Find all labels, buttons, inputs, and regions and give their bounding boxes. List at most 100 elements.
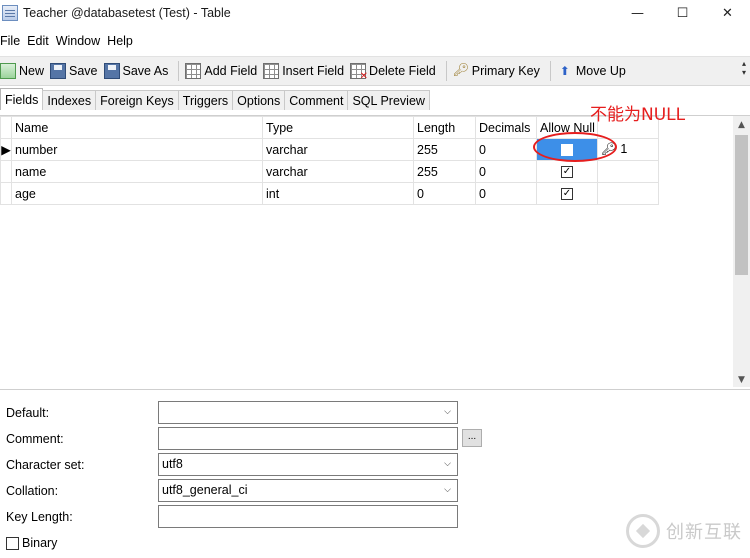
column-header-decimals[interactable]: Decimals <box>475 116 537 139</box>
key-icon: 🔑︎ <box>452 63 470 78</box>
default-label: Default: <box>6 406 50 420</box>
title-bar: Teacher @databasetest (Test) - Table — ☐… <box>0 0 750 26</box>
field-type-cell[interactable]: int <box>262 182 414 205</box>
move-up-button[interactable]: ⬆ Move Up <box>557 59 630 83</box>
collation-label: Collation: <box>6 484 59 498</box>
row-indicator <box>0 160 12 183</box>
arrow-up-icon: ⬆ <box>559 64 570 78</box>
primary-key-label: Primary Key <box>471 64 540 78</box>
allow-null-cell[interactable]: ✓ <box>536 160 598 183</box>
field-length-cell[interactable]: 255 <box>413 138 476 161</box>
binary-checkbox[interactable] <box>6 537 19 550</box>
column-header-name[interactable]: Name <box>11 116 263 139</box>
row-indicator <box>0 182 12 205</box>
toolbar-separator <box>178 61 180 81</box>
default-select[interactable]: ⌵ <box>158 401 458 424</box>
primary-key-button[interactable]: 🔑︎ Primary Key <box>453 59 544 83</box>
chevron-down-icon[interactable]: ⌵ <box>444 402 451 423</box>
current-row-indicator-icon: ▶ <box>0 138 12 161</box>
save-as-button[interactable]: Save As <box>103 59 173 83</box>
allow-null-checkbox[interactable]: ✓ <box>561 166 573 179</box>
field-decimals-cell[interactable]: 0 <box>475 138 537 161</box>
close-button[interactable]: ✕ <box>705 0 750 26</box>
scroll-up-icon[interactable]: ▲ <box>733 116 750 133</box>
primary-key-order: 1 <box>620 142 628 156</box>
character-set-select[interactable]: utf8 ⌵ <box>158 453 458 476</box>
scroll-down-icon[interactable]: ▼ <box>733 371 750 387</box>
save-button[interactable]: Save <box>50 59 102 83</box>
column-header-type[interactable]: Type <box>262 116 414 139</box>
window-controls: — ☐ ✕ <box>615 0 750 26</box>
table-row[interactable]: name varchar 255 0 ✓ <box>0 160 659 183</box>
save-icon <box>50 63 67 79</box>
tab-sql-preview[interactable]: SQL Preview <box>347 90 430 110</box>
insert-field-icon <box>263 63 280 79</box>
menu-edit[interactable]: Edit <box>27 34 54 48</box>
add-field-label: Add Field <box>204 64 258 78</box>
field-name-cell[interactable]: name <box>11 160 263 183</box>
comment-edit-button[interactable]: ... <box>462 429 482 447</box>
character-set-value: utf8 <box>162 457 183 471</box>
tab-options[interactable]: Options <box>232 90 286 110</box>
chevron-down-icon[interactable]: ⌵ <box>444 454 451 475</box>
key-length-input[interactable] <box>158 505 458 528</box>
save-label: Save <box>69 64 98 78</box>
toolbar-separator <box>549 61 551 81</box>
new-button[interactable]: New <box>0 59 48 83</box>
menu-bar: File Edit Window Help <box>0 30 140 52</box>
allow-null-cell[interactable]: ✓ <box>536 182 598 205</box>
insert-field-label: Insert Field <box>282 64 345 78</box>
field-type-cell[interactable]: varchar <box>262 160 414 183</box>
tab-indexes[interactable]: Indexes <box>42 90 97 110</box>
comment-input[interactable] <box>158 427 458 450</box>
character-set-label: Character set: <box>6 458 85 472</box>
vertical-scrollbar[interactable]: ▲ ▼ <box>733 116 750 387</box>
save-as-label: Save As <box>122 64 169 78</box>
maximize-button[interactable]: ☐ <box>660 0 705 26</box>
toolbar-overflow-icon[interactable]: ▴ ▾ <box>742 59 746 77</box>
field-length-cell[interactable]: 0 <box>413 182 476 205</box>
toolbar: New Save Save As Add Field Insert Field … <box>0 56 750 86</box>
field-length-cell[interactable]: 255 <box>413 160 476 183</box>
save-as-icon <box>103 63 120 79</box>
field-name-cell[interactable]: age <box>11 182 263 205</box>
field-properties-panel: Default: ⌵ Comment: ... Character set: u… <box>0 389 750 558</box>
allow-null-checkbox[interactable]: ✓ <box>561 188 573 201</box>
window-title: Teacher @databasetest (Test) - Table <box>23 6 231 20</box>
menu-window[interactable]: Window <box>56 34 105 48</box>
scrollbar-thumb[interactable] <box>735 135 748 275</box>
delete-field-label: Delete Field <box>369 64 436 78</box>
tab-foreign-keys[interactable]: Foreign Keys <box>95 90 179 110</box>
watermark-text: 创新互联 <box>666 522 742 543</box>
field-decimals-cell[interactable]: 0 <box>475 160 537 183</box>
new-table-icon <box>0 63 16 79</box>
primary-key-cell <box>597 182 659 205</box>
table-row[interactable]: age int 0 0 ✓ <box>0 182 659 205</box>
table-app-icon <box>2 5 18 21</box>
column-header-length[interactable]: Length <box>413 116 476 139</box>
primary-key-cell <box>597 160 659 183</box>
move-up-label: Move Up <box>575 64 626 78</box>
row-indicator-header <box>0 116 12 139</box>
tab-fields[interactable]: Fields <box>0 88 44 110</box>
delete-field-button[interactable]: Delete Field <box>350 59 440 83</box>
delete-field-icon <box>350 63 368 82</box>
minimize-button[interactable]: — <box>615 0 660 26</box>
insert-field-button[interactable]: Insert Field <box>263 59 348 83</box>
annotation-circle <box>533 132 617 162</box>
field-decimals-cell[interactable]: 0 <box>475 182 537 205</box>
add-field-button[interactable]: Add Field <box>185 59 261 83</box>
menu-file[interactable]: File <box>0 34 25 48</box>
collation-select[interactable]: utf8_general_ci ⌵ <box>158 479 458 502</box>
tab-triggers[interactable]: Triggers <box>177 90 234 110</box>
menu-help[interactable]: Help <box>107 34 138 48</box>
field-type-cell[interactable]: varchar <box>262 138 414 161</box>
collation-value: utf8_general_ci <box>162 483 248 497</box>
field-name-cell[interactable]: number <box>11 138 263 161</box>
watermark-logo-icon <box>626 514 660 548</box>
chevron-down-icon[interactable]: ⌵ <box>444 480 451 501</box>
comment-label: Comment: <box>6 432 64 446</box>
watermark: 创新互联 <box>626 514 742 548</box>
tab-comment[interactable]: Comment <box>284 90 349 110</box>
annotation-text: 不能为NULL <box>590 105 686 125</box>
